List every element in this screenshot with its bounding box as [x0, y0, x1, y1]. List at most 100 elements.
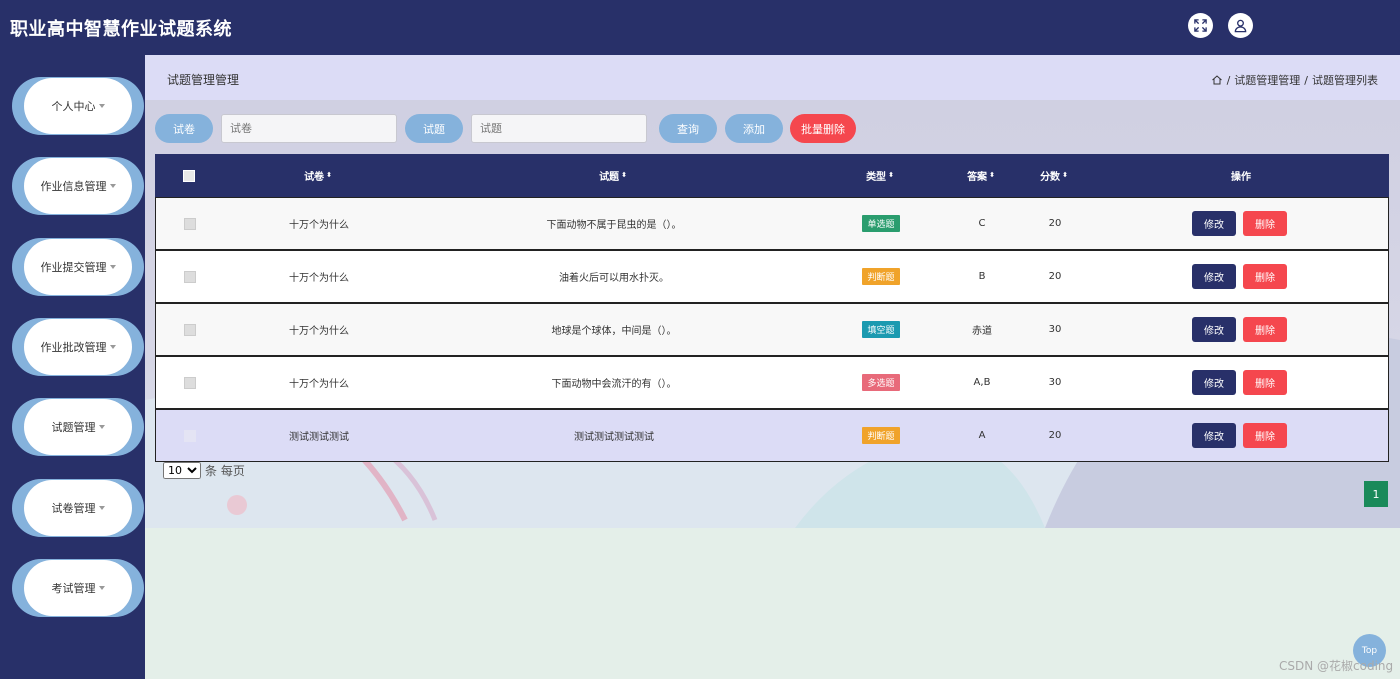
question-table: 试卷 ⬍ 试题 ⬍ 类型 ⬍ 答案 ⬍ 分数 ⬍ 操作 十万个为什么 下面动物不属于昆虫的… — [155, 154, 1389, 516]
select-all-checkbox[interactable] — [183, 169, 195, 182]
cell-question: 测试测试测试测试 — [574, 432, 654, 443]
table-row: 十万个为什么 下面动物中会流汗的有（）。 多选题 A,B 30 修改 删除 — [155, 356, 1389, 409]
sort-icon: ⬍ — [888, 171, 894, 179]
delete-button[interactable]: 删除 — [1243, 211, 1287, 236]
sidebar-item-paper-management[interactable]: 试卷管理 — [12, 479, 144, 537]
type-badge: 判断题 — [862, 427, 900, 444]
user-icon[interactable] — [1228, 13, 1253, 38]
page-title: 试题管理管理 — [167, 73, 240, 87]
sidebar-item-label: 试题管理 — [51, 421, 96, 434]
batch-delete-button[interactable]: 批量删除 — [790, 114, 856, 143]
sidebar-item-homework-grading[interactable]: 作业批改管理 — [12, 318, 144, 376]
delete-button[interactable]: 删除 — [1243, 370, 1287, 395]
cell-score: 20 — [1048, 218, 1062, 229]
add-button[interactable]: 添加 — [725, 114, 783, 143]
app-title: 职业高中智慧作业试题系统 — [10, 19, 232, 40]
caret-down-icon — [98, 425, 105, 429]
type-badge: 填空题 — [862, 321, 900, 338]
caret-down-icon — [109, 345, 116, 349]
breadcrumb-bar: 试题管理管理 / 试题管理管理 / 试题管理列表 — [145, 55, 1400, 100]
sidebar-item-homework-info[interactable]: 作业信息管理 — [12, 157, 144, 215]
page-number-current[interactable]: 1 — [1364, 481, 1388, 507]
page-size-suffix: 条 每页 — [205, 464, 245, 478]
sidebar-item-label: 作业信息管理 — [40, 180, 107, 193]
column-header-paper[interactable]: 试卷 ⬍ — [223, 154, 413, 197]
question-search-input[interactable] — [471, 114, 647, 143]
column-header-actions: 操作 — [1231, 172, 1251, 183]
breadcrumb-item[interactable]: 试题管理管理 — [1234, 72, 1300, 88]
cell-score: 20 — [1048, 271, 1062, 282]
sort-icon: ⬍ — [326, 171, 332, 179]
sidebar-item-exam-management[interactable]: 考试管理 — [12, 559, 144, 617]
row-checkbox[interactable] — [184, 270, 196, 283]
cell-score: 30 — [1048, 324, 1062, 335]
column-header-type[interactable]: 类型 ⬍ — [813, 154, 947, 197]
cell-answer: A — [978, 430, 986, 441]
cell-question: 油着火后可以用水扑灭。 — [559, 273, 669, 284]
sidebar-item-question-management[interactable]: 试题管理 — [12, 398, 144, 456]
caret-down-icon — [109, 265, 116, 269]
sort-icon: ⬍ — [989, 171, 995, 179]
sidebar-item-homework-submit[interactable]: 作业提交管理 — [12, 238, 144, 296]
sidebar-item-label: 作业批改管理 — [40, 341, 107, 354]
sidebar-item-label: 试卷管理 — [51, 502, 96, 515]
table-row: 十万个为什么 下面动物不属于昆虫的是（）。 单选题 C 20 修改 删除 — [155, 197, 1389, 250]
sidebar-item-label: 考试管理 — [51, 582, 96, 595]
sidebar-item-label: 作业提交管理 — [40, 261, 107, 274]
sidebar-item-label: 个人中心 — [51, 100, 96, 113]
sort-icon: ⬍ — [1062, 171, 1068, 179]
cell-paper: 十万个为什么 — [289, 379, 349, 390]
cell-answer: B — [978, 271, 986, 282]
top-bar: 职业高中智慧作业试题系统 — [0, 0, 1400, 55]
cell-question: 地球是个球体，中间是（）。 — [551, 326, 677, 337]
breadcrumb-item: 试题管理列表 — [1312, 74, 1378, 87]
cell-answer: 赤道 — [972, 326, 992, 337]
delete-button[interactable]: 删除 — [1243, 317, 1287, 342]
query-button[interactable]: 查询 — [659, 114, 717, 143]
home-icon[interactable] — [1211, 74, 1223, 86]
caret-down-icon — [98, 506, 105, 510]
sort-icon: ⬍ — [621, 171, 627, 179]
table-row: 测试测试测试 测试测试测试测试 判断题 A 20 修改 删除 — [155, 409, 1389, 462]
cell-paper: 十万个为什么 — [289, 273, 349, 284]
caret-down-icon — [98, 586, 105, 590]
edit-button[interactable]: 修改 — [1192, 423, 1236, 448]
page-size-control: 10 条 每页 — [163, 462, 245, 479]
main-content: 试题管理管理 / 试题管理管理 / 试题管理列表 试卷 试题 查询 添加 批量删… — [145, 55, 1400, 679]
question-filter-label: 试题 — [405, 114, 463, 143]
type-badge: 单选题 — [862, 215, 900, 232]
row-checkbox[interactable] — [184, 429, 196, 442]
page-size-select[interactable]: 10 — [163, 462, 201, 479]
cell-paper: 测试测试测试 — [289, 432, 349, 443]
watermark: CSDN @花椒coding — [1279, 659, 1394, 673]
cell-question: 下面动物不属于昆虫的是（）。 — [546, 220, 682, 231]
type-badge: 判断题 — [862, 268, 900, 285]
column-header-score[interactable]: 分数 ⬍ — [1015, 154, 1093, 197]
cell-answer: A,B — [973, 377, 991, 388]
cell-paper: 十万个为什么 — [289, 220, 349, 231]
delete-button[interactable]: 删除 — [1243, 264, 1287, 289]
edit-button[interactable]: 修改 — [1192, 264, 1236, 289]
column-header-question[interactable]: 试题 ⬍ — [413, 154, 813, 197]
cell-question: 下面动物中会流汗的有（）。 — [551, 379, 677, 390]
paper-search-input[interactable] — [221, 114, 397, 143]
edit-button[interactable]: 修改 — [1192, 317, 1236, 342]
edit-button[interactable]: 修改 — [1192, 211, 1236, 236]
table-row: 十万个为什么 地球是个球体，中间是（）。 填空题 赤道 30 修改 删除 — [155, 303, 1389, 356]
breadcrumb: / 试题管理管理 / 试题管理列表 — [1211, 72, 1378, 88]
column-header-answer[interactable]: 答案 ⬍ — [947, 154, 1015, 197]
fullscreen-icon[interactable] — [1188, 13, 1213, 38]
table-row: 十万个为什么 油着火后可以用水扑灭。 判断题 B 20 修改 删除 — [155, 250, 1389, 303]
table-header: 试卷 ⬍ 试题 ⬍ 类型 ⬍ 答案 ⬍ 分数 ⬍ 操作 — [155, 154, 1389, 197]
edit-button[interactable]: 修改 — [1192, 370, 1236, 395]
paper-filter-label: 试卷 — [155, 114, 213, 143]
caret-down-icon — [98, 104, 105, 108]
row-checkbox[interactable] — [184, 376, 196, 389]
type-badge: 多选题 — [862, 374, 900, 391]
sidebar-item-personal-center[interactable]: 个人中心 — [12, 77, 144, 135]
caret-down-icon — [109, 184, 116, 188]
cell-answer: C — [978, 218, 986, 229]
delete-button[interactable]: 删除 — [1243, 423, 1287, 448]
row-checkbox[interactable] — [184, 323, 196, 336]
row-checkbox[interactable] — [184, 217, 196, 230]
